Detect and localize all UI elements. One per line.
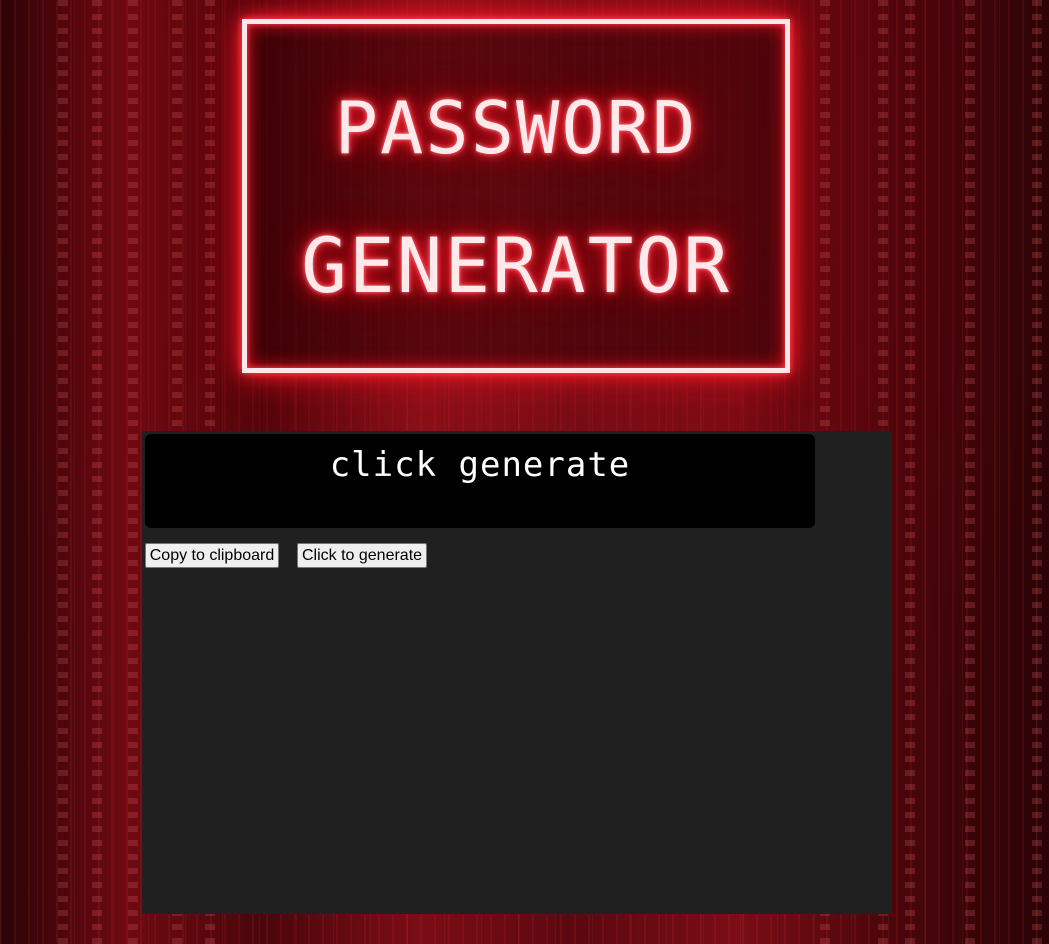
code-rain-column (965, 0, 975, 944)
generate-button[interactable]: Click to generate (297, 543, 427, 568)
code-rain-column (905, 0, 915, 944)
code-rain-column (1032, 0, 1042, 944)
code-rain-column (58, 0, 68, 944)
password-output: click generate (145, 434, 815, 528)
code-rain-column (92, 0, 102, 944)
title-line-1: PASSWORD (334, 86, 698, 170)
title-line-2: GENERATOR (301, 221, 731, 310)
code-rain-column (128, 0, 138, 944)
copy-to-clipboard-button[interactable]: Copy to clipboard (145, 543, 279, 568)
title-neon-sign: PASSWORD GENERATOR (242, 19, 790, 373)
generator-panel: click generate Copy to clipboard Click t… (142, 431, 892, 914)
